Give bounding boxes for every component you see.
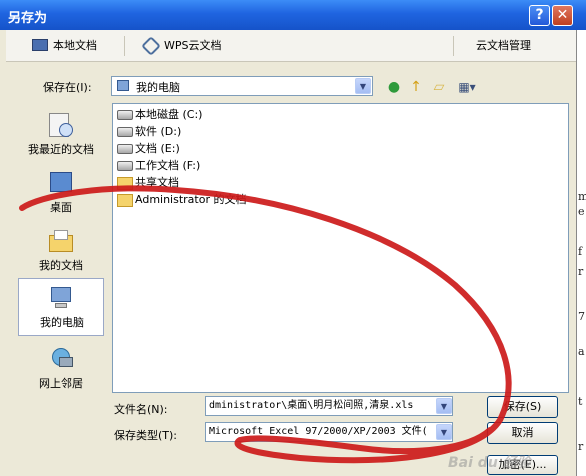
- drive-icon: [117, 161, 133, 171]
- save-in-label: 保存在(I):: [43, 81, 92, 94]
- list-item[interactable]: 工作文档 (F:): [117, 158, 200, 174]
- background-text: r: [578, 265, 584, 278]
- recent-documents-icon: [45, 111, 77, 139]
- place-label: 我的电脑: [40, 316, 84, 329]
- file-list[interactable]: 本地磁盘 (C:) 软件 (D:) 文档 (E:) 工作文档 (F:) 共享文档…: [112, 103, 569, 393]
- my-computer-icon: [46, 284, 78, 312]
- background-text: m: [578, 190, 586, 203]
- watermark: Bai du 经验: [448, 455, 531, 471]
- title-bar: [0, 0, 586, 30]
- drive-icon: [117, 144, 133, 154]
- file-name: 本地磁盘 (C:): [135, 108, 203, 121]
- desktop-icon: [45, 169, 77, 197]
- list-item[interactable]: 共享文档: [117, 175, 179, 191]
- my-computer-icon: [117, 80, 129, 91]
- drive-icon: [117, 110, 133, 120]
- places-bar: 我最近的文档 桌面 我的文档 我的电脑 网上邻居: [18, 104, 104, 466]
- file-name: Administrator 的文档: [135, 193, 247, 206]
- tab-wps-cloud[interactable]: WPS云文档: [164, 30, 222, 62]
- filename-input[interactable]: dministrator\桌面\明月松间照,清泉.xls: [205, 396, 453, 416]
- background-text: e: [578, 205, 585, 218]
- list-item[interactable]: 文档 (E:): [117, 141, 180, 157]
- network-places-icon: [45, 345, 77, 373]
- place-my-computer[interactable]: 我的电脑: [18, 278, 104, 336]
- background-text: 7: [578, 310, 585, 323]
- file-name: 工作文档 (F:): [135, 159, 201, 172]
- chevron-down-icon[interactable]: ▼: [355, 78, 371, 94]
- save-in-combo[interactable]: 我的电脑 ▼: [111, 76, 373, 96]
- filename-label: 文件名(N):: [114, 403, 168, 416]
- place-label: 网上邻居: [39, 377, 83, 390]
- chevron-down-icon[interactable]: ▼: [436, 424, 452, 440]
- background-text: f: [578, 245, 583, 258]
- back-icon[interactable]: ●: [385, 78, 403, 96]
- tab-divider: [124, 36, 125, 56]
- file-name: 软件 (D:): [135, 125, 182, 138]
- background-text: a: [578, 345, 585, 358]
- place-network[interactable]: 网上邻居: [18, 340, 104, 394]
- window-title: 另存为: [8, 11, 48, 26]
- cancel-button[interactable]: 取消: [487, 422, 558, 444]
- folder-icon: [117, 176, 133, 190]
- place-label: 我的文档: [39, 259, 83, 272]
- tab-cloud-manage[interactable]: 云文档管理: [476, 30, 531, 62]
- chevron-down-icon[interactable]: ▼: [436, 398, 452, 414]
- tab-local-documents[interactable]: 本地文档: [53, 30, 97, 62]
- drive-icon: [117, 127, 133, 137]
- tab-divider: [453, 36, 454, 56]
- new-folder-icon[interactable]: ▱: [430, 78, 448, 96]
- background-text: r: [578, 440, 584, 453]
- help-button[interactable]: ?: [529, 5, 550, 26]
- place-recent-documents[interactable]: 我最近的文档: [18, 106, 104, 160]
- folder-icon: [117, 193, 133, 207]
- close-button[interactable]: ✕: [552, 5, 573, 26]
- place-my-documents[interactable]: 我的文档: [18, 222, 104, 276]
- file-name: 文档 (E:): [135, 142, 180, 155]
- place-label: 桌面: [50, 201, 72, 214]
- place-desktop[interactable]: 桌面: [18, 164, 104, 218]
- list-item[interactable]: 本地磁盘 (C:): [117, 107, 202, 123]
- monitor-icon: [32, 39, 48, 51]
- views-icon[interactable]: ▦▾: [455, 78, 479, 96]
- save-in-value: 我的电脑: [136, 81, 180, 94]
- file-name: 共享文档: [135, 176, 179, 189]
- my-documents-icon: [45, 227, 77, 255]
- place-label: 我最近的文档: [28, 143, 94, 156]
- filetype-label: 保存类型(T):: [114, 429, 178, 442]
- list-item[interactable]: Administrator 的文档: [117, 192, 246, 208]
- background-text: t: [578, 395, 583, 408]
- up-folder-icon[interactable]: ↑: [407, 78, 425, 96]
- filetype-select[interactable]: Microsoft Excel 97/2000/XP/2003 文件(: [205, 422, 453, 442]
- list-item[interactable]: 软件 (D:): [117, 124, 181, 140]
- save-button[interactable]: 保存(S): [487, 396, 558, 418]
